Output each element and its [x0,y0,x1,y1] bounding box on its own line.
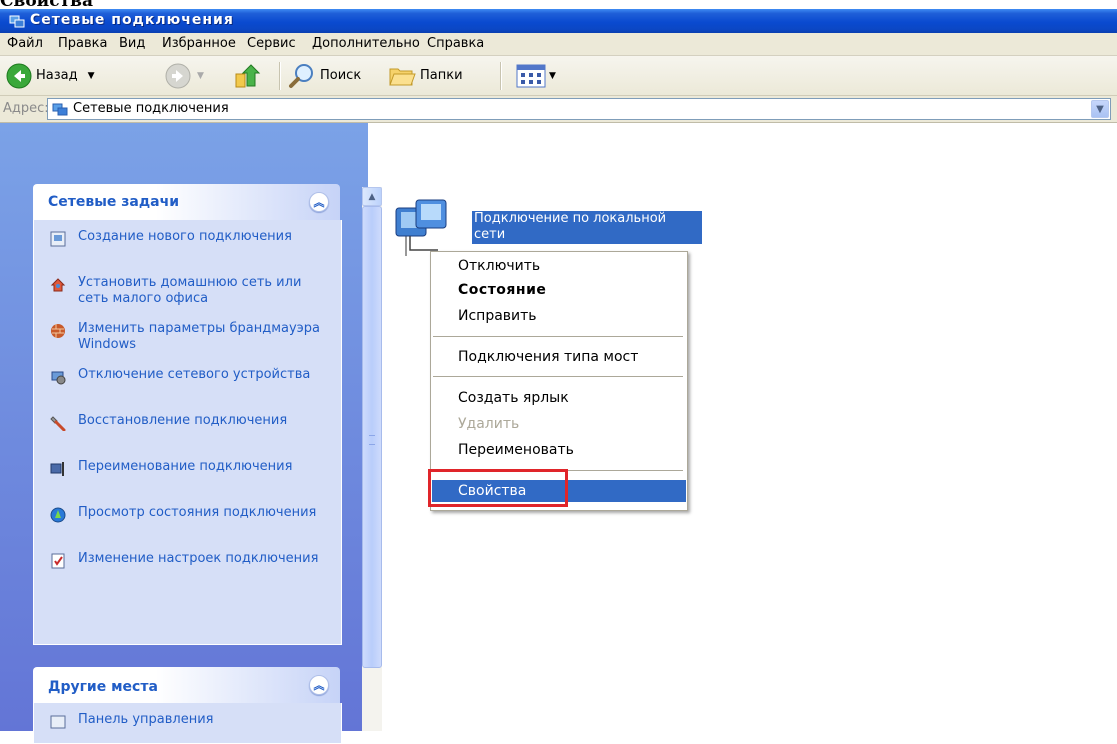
address-label: Адрес: [3,101,49,116]
network-connections-icon [9,15,25,28]
menu-item-status[interactable]: Состояние [432,279,686,301]
views-icon [516,64,546,87]
task-label: Восстановление подключения [78,413,288,428]
task-home-network[interactable]: Установить домашнюю сеть или сеть малого… [50,275,320,307]
task-label: Установить домашнюю сеть или сеть малого… [78,275,302,306]
task-label: Просмотр состояния подключения [78,505,317,520]
search-icon [289,63,313,88]
folders-button[interactable]: Папки [388,56,463,95]
rename-icon [50,462,64,476]
task-change-settings[interactable]: Изменение настроек подключения [50,551,320,569]
new-connection-icon [50,231,66,247]
window-title: Сетевые подключения [30,12,234,28]
back-icon [6,63,32,88]
task-pane: Сетевые задачи ︽ Создание нового подключ… [0,123,368,744]
forward-icon [165,63,191,88]
address-field[interactable]: Сетевые подключения ▼ [47,98,1111,120]
other-places-panel: Панель управления [33,703,342,744]
forward-dropdown-icon[interactable]: ▼ [197,71,204,81]
annotation-highlight-box [428,469,568,507]
toolbar-separator [500,62,502,90]
scroll-up-icon[interactable]: ▲ [362,187,382,206]
lan-connection-icon [395,199,447,256]
menu-item-label: Отключить [458,258,541,274]
task-disable-device[interactable]: Отключение сетевого устройства [50,367,320,385]
back-button[interactable]: Назад ▼ [6,56,95,95]
menu-favorites[interactable]: Избранное [162,36,236,51]
up-folder-button[interactable] [233,56,261,95]
settings-checklist-icon [51,553,65,569]
menu-item-label: Подключения типа мост [458,349,639,365]
menu-item-label: Переименовать [458,442,574,458]
title-bar: Сетевые подключения [0,9,1117,33]
scrollbar-thumb[interactable] [362,206,382,668]
network-connections-icon [52,103,68,116]
vertical-scrollbar[interactable]: ▲ [362,187,382,731]
network-tasks-title: Сетевые задачи [48,194,180,210]
back-label: Назад [36,68,78,83]
place-control-panel[interactable]: Панель управления [50,712,320,730]
up-folder-icon [235,63,261,87]
folders-label: Папки [420,68,463,83]
menu-edit[interactable]: Правка [58,36,107,51]
views-dropdown-icon[interactable]: ▼ [549,71,556,81]
menu-item-label: Удалить [458,416,520,432]
menu-item-delete: Удалить [432,413,686,435]
task-view-status[interactable]: Просмотр состояния подключения [50,505,320,523]
menu-separator [433,336,683,337]
address-bar: Адрес: Сетевые подключения ▼ [0,96,1117,123]
menu-help[interactable]: Справка [427,36,484,51]
other-places-title: Другие места [48,679,158,695]
address-dropdown-icon[interactable]: ▼ [1091,100,1109,118]
menu-separator [433,376,683,377]
search-button[interactable]: Поиск [288,56,361,95]
menu-file[interactable]: Файл [7,36,43,51]
collapse-icon[interactable]: ︽ [309,192,329,212]
menu-tools[interactable]: Сервис [247,36,296,51]
menu-item-repair[interactable]: Исправить [432,305,686,327]
toolbar-separator [279,62,281,90]
menu-item-label: Создать ярлык [458,390,569,406]
task-label: Изменение настроек подключения [78,551,319,566]
menu-bar: Файл Правка Вид Избранное Сервис Дополни… [0,33,1117,56]
task-label: Изменить параметры брандмауэра Windows [78,321,321,352]
search-label: Поиск [320,68,362,83]
other-places-header[interactable]: Другие места ︽ [33,667,340,703]
menu-advanced[interactable]: Дополнительно [312,36,420,51]
task-label: Переименование подключения [78,459,293,474]
back-dropdown-icon[interactable]: ▼ [88,71,95,81]
repair-wrench-icon [50,416,66,431]
connection-label: Подключение по локальной сети [472,211,702,244]
task-rename[interactable]: Переименование подключения [50,459,320,477]
task-firewall[interactable]: Изменить параметры брандмауэра Windows [50,321,320,353]
views-button[interactable]: ▼ [516,56,556,95]
menu-item-label: Состояние [458,282,547,298]
menu-item-bridge[interactable]: Подключения типа мост [432,346,686,368]
folders-icon [389,68,416,85]
menu-item-disable[interactable]: Отключить [432,255,686,277]
menu-view[interactable]: Вид [119,36,145,51]
toolbar: Назад ▼ ▼ Поиск Папки ▼ [0,56,1117,96]
menu-item-rename[interactable]: Переименовать [432,439,686,461]
place-label: Панель управления [78,712,214,727]
control-panel-icon [50,715,66,729]
task-label: Создание нового подключения [78,229,292,244]
address-value: Сетевые подключения [73,101,229,116]
grip-icon [369,435,375,445]
collapse-icon[interactable]: ︽ [309,675,329,695]
status-icon [50,507,66,523]
network-tasks-header[interactable]: Сетевые задачи ︽ [33,184,340,220]
firewall-icon [51,324,65,338]
document-caption: Свойства [0,0,93,9]
task-repair[interactable]: Восстановление подключения [50,413,320,431]
menu-item-label: Исправить [458,308,537,324]
network-tasks-panel: Создание нового подключения Установить д… [33,220,342,645]
disable-device-icon [51,371,66,385]
forward-button[interactable]: ▼ [165,56,204,95]
menu-item-create-shortcut[interactable]: Создать ярлык [432,387,686,409]
task-label: Отключение сетевого устройства [78,367,311,382]
task-create-connection[interactable]: Создание нового подключения [50,229,320,247]
home-network-icon [50,278,66,292]
